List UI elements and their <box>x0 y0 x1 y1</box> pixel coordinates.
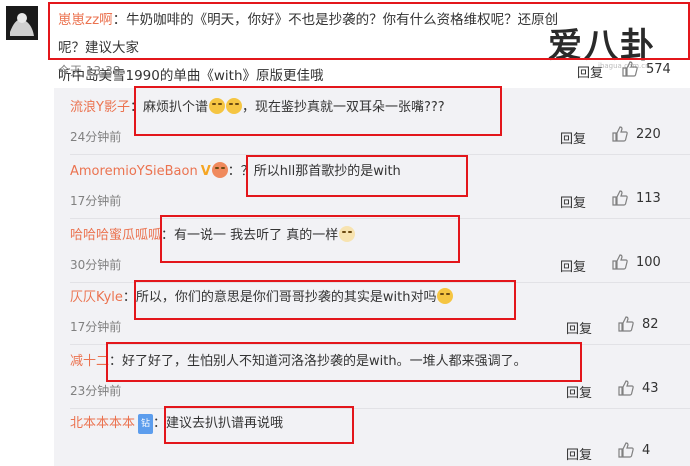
thumbs-up-icon <box>622 61 638 77</box>
reply-button[interactable]: 回复 <box>566 318 592 337</box>
reply-username[interactable]: 减十二 <box>70 354 109 369</box>
reply-button[interactable]: 回复 <box>577 62 603 81</box>
reply-timestamp: 23分钟前 <box>70 384 122 398</box>
avatar[interactable] <box>6 6 38 40</box>
replies-panel: 流浪Y影子：麻烦扒个谱 ，现在鉴抄真就一双耳朵一张嘴??? 24分钟前 回复 22… <box>54 88 690 466</box>
highlight-box <box>134 280 516 320</box>
like-button[interactable]: 220 <box>612 126 661 142</box>
highlight-box <box>48 2 690 60</box>
like-button[interactable]: 113 <box>612 190 661 206</box>
reply-button[interactable]: 回复 <box>560 128 586 147</box>
reply-username[interactable]: 流浪Y影子 <box>70 100 130 115</box>
highlight-box <box>246 155 468 197</box>
reply-timestamp: 17分钟前 <box>70 320 122 334</box>
reply-timestamp: 30分钟前 <box>70 258 122 272</box>
thumbs-up-icon <box>618 316 634 332</box>
like-button[interactable]: 574 <box>622 61 671 77</box>
level-badge-icon: 钻 <box>138 414 154 434</box>
highlight-box <box>106 342 582 382</box>
reply-username[interactable]: AmoremioYSieBaon <box>70 164 198 179</box>
reply-username[interactable]: 哈哈哈蜜瓜呱呱 <box>70 228 161 243</box>
vip-v-icon: V <box>200 164 211 179</box>
like-button[interactable]: 100 <box>612 254 661 270</box>
highlight-box <box>134 86 502 136</box>
reply-timestamp: 24分钟前 <box>70 130 122 144</box>
face-emoji-icon <box>211 162 228 178</box>
thumbs-up-icon <box>612 190 628 206</box>
like-button[interactable]: 82 <box>618 316 659 332</box>
thumbs-up-icon <box>612 126 628 142</box>
comment-timestamp: 今天 13:38 <box>58 64 121 78</box>
reply-button[interactable]: 回复 <box>566 382 592 401</box>
thumbs-up-icon <box>618 380 634 396</box>
reply-button[interactable]: 回复 <box>560 256 586 275</box>
reply-button[interactable]: 回复 <box>560 192 586 211</box>
reply-timestamp: 17分钟前 <box>70 194 122 208</box>
thumbs-up-icon <box>618 442 634 458</box>
highlight-box <box>160 215 460 263</box>
reply-username[interactable]: 仄仄Kyle <box>70 290 123 305</box>
reply-button[interactable]: 回复 <box>566 444 592 463</box>
like-button[interactable]: 43 <box>618 380 659 396</box>
highlight-box <box>164 406 354 444</box>
reply-username[interactable]: 北本本本本 <box>70 416 135 431</box>
thumbs-up-icon <box>612 254 628 270</box>
like-count: 574 <box>646 61 671 77</box>
divider <box>70 408 690 409</box>
like-button[interactable]: 4 <box>618 442 650 458</box>
